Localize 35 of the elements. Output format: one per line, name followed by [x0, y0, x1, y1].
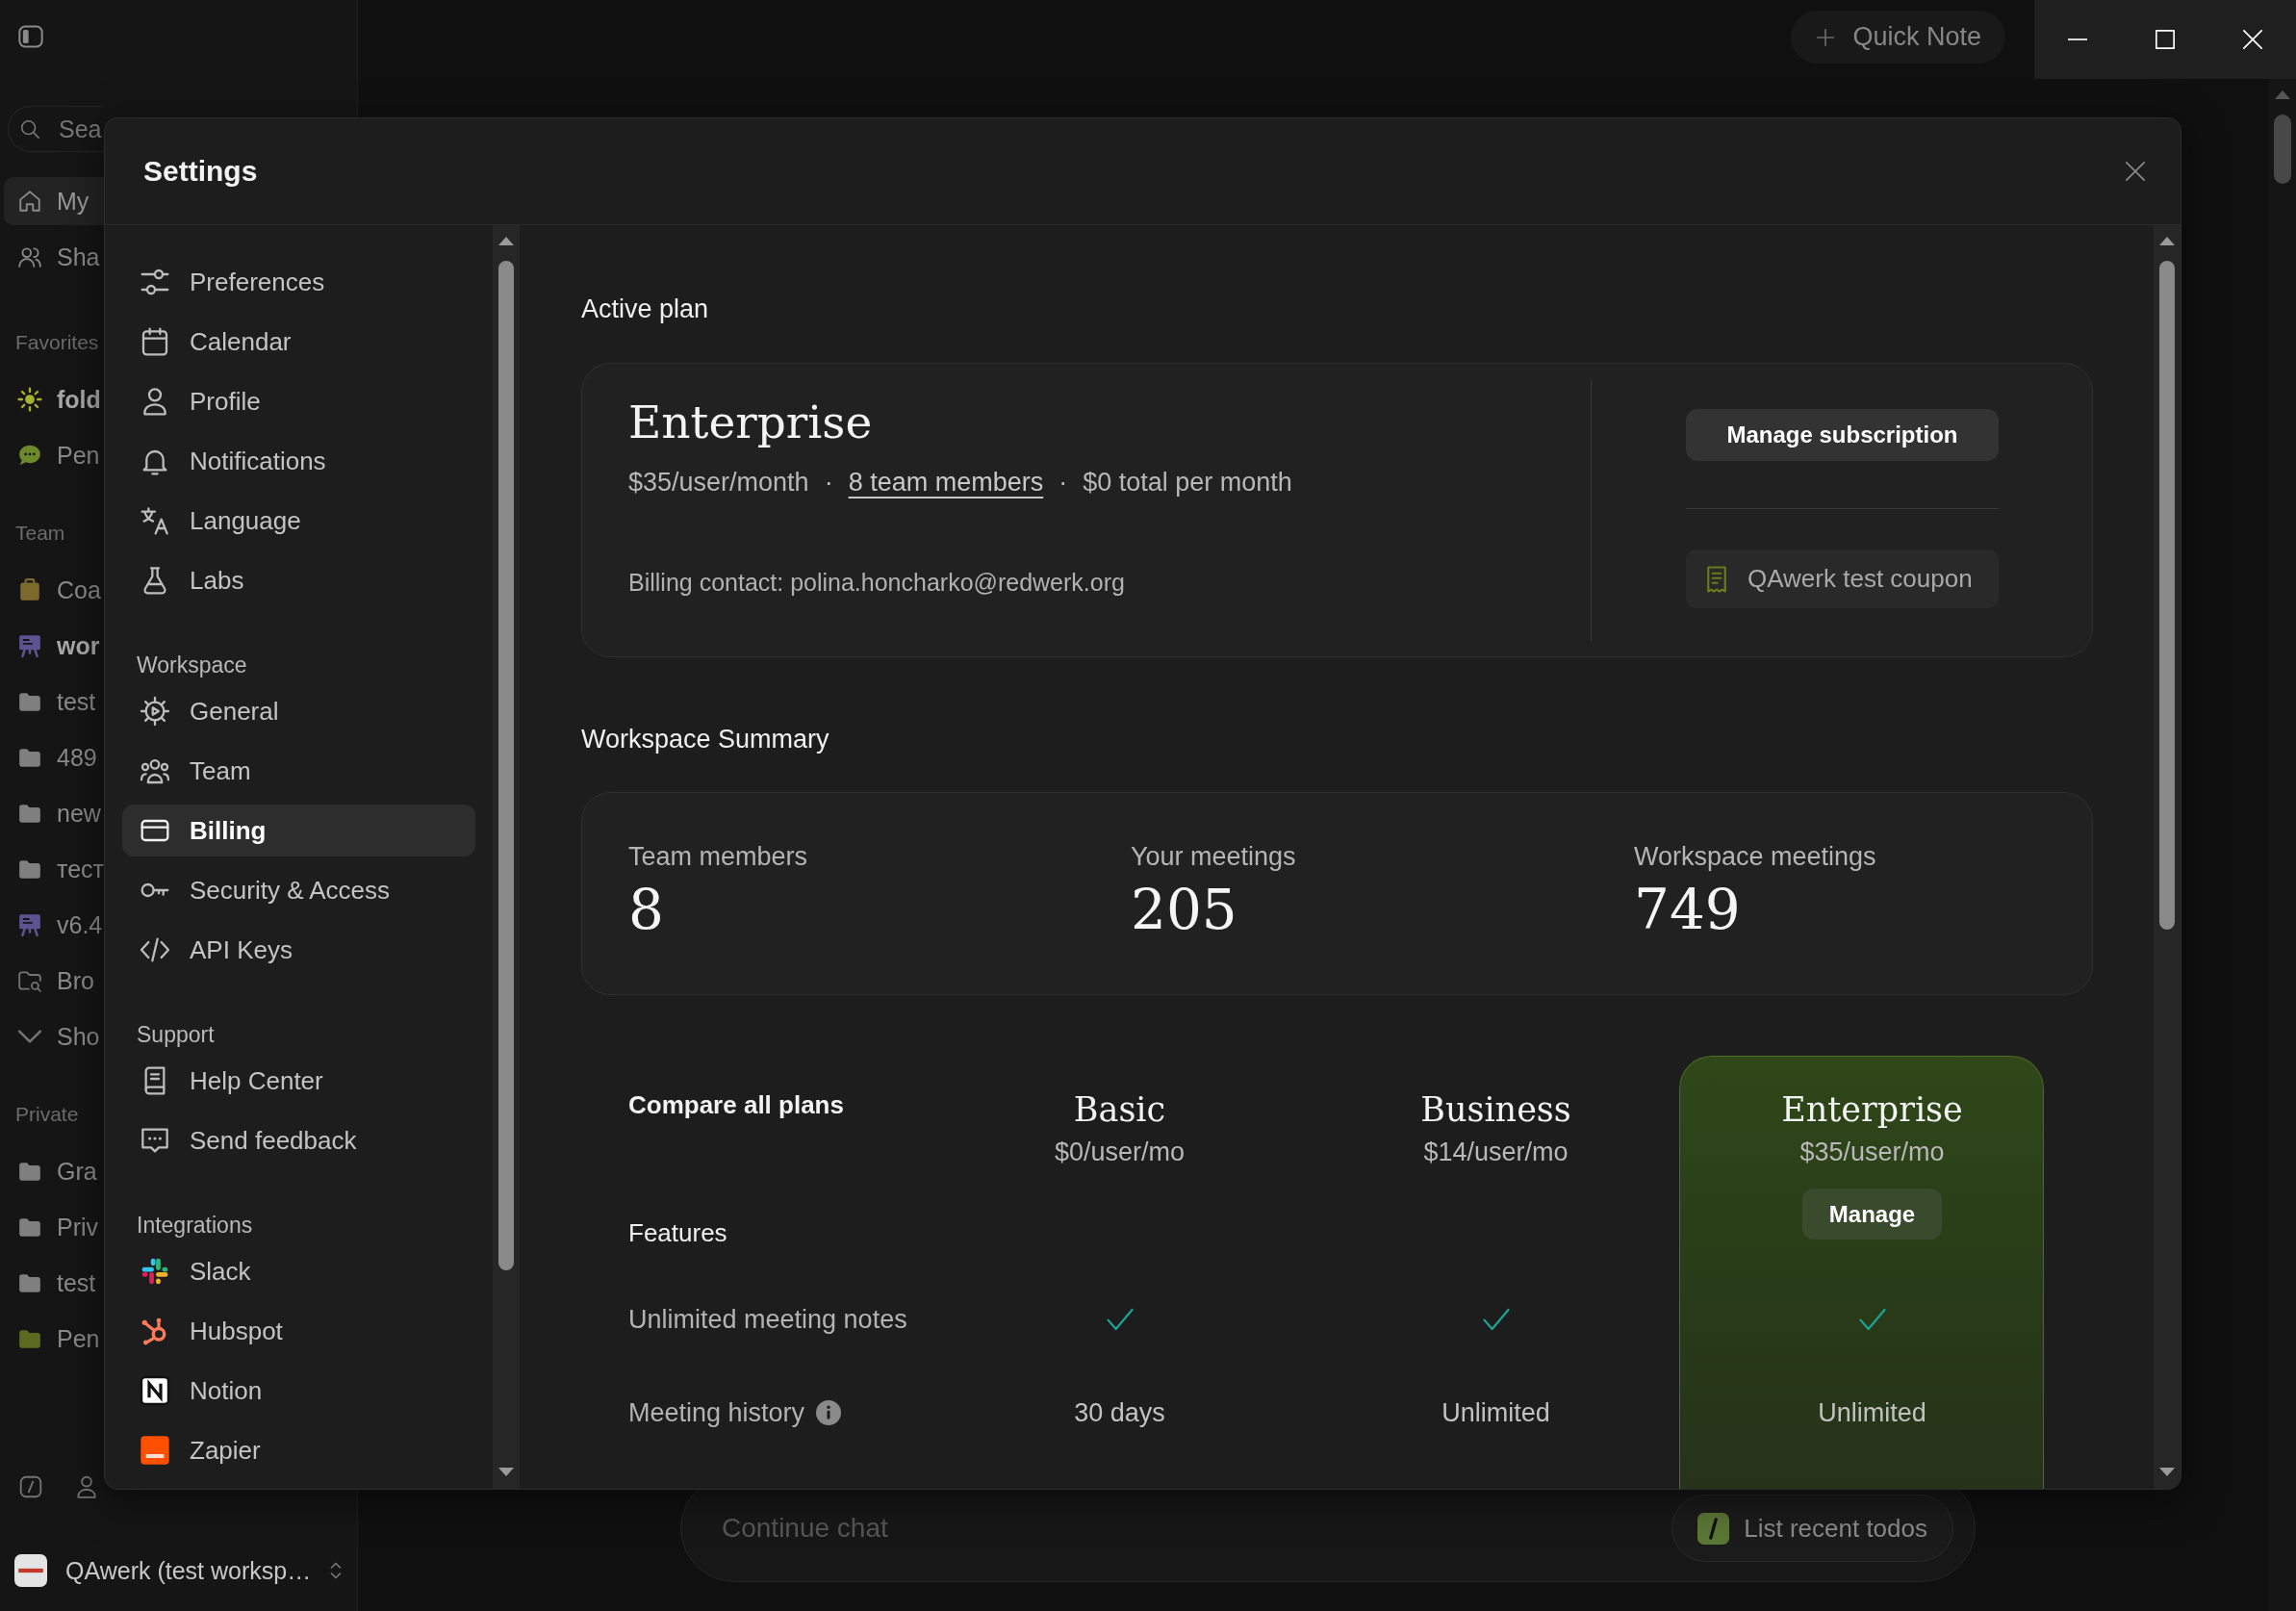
plan-price: $0/user/mo [1054, 1137, 1186, 1168]
section-heading: Active plan [581, 294, 709, 325]
section-heading: Workspace Summary [581, 724, 829, 755]
section-label: Support [137, 1021, 215, 1049]
plan-detail: $35/user/month [628, 467, 809, 499]
feature-value: Unlimited [1818, 1397, 1926, 1428]
separator: · [824, 467, 833, 499]
features-heading: Features [628, 1217, 727, 1249]
stat-value: 205 [1131, 878, 1237, 941]
plan-name: Enterprise [628, 395, 873, 450]
feature-value: Unlimited [1441, 1397, 1550, 1428]
plan-name: Business [1420, 1089, 1571, 1131]
plan-name: Basic [1073, 1089, 1166, 1131]
stat-label: Workspace meetings [1634, 841, 1876, 873]
stat-value: 8 [628, 878, 664, 941]
stat-value: 749 [1634, 878, 1741, 941]
plan-price: $35/user/mo [1799, 1137, 1945, 1168]
feature-value: 30 days [1074, 1397, 1165, 1428]
coupon-name: QAwerk test coupon [1748, 564, 1973, 594]
dialog-title: Settings [143, 155, 258, 188]
stat-label: Your meetings [1131, 841, 1296, 873]
section-label: Workspace [137, 652, 247, 679]
separator: · [1059, 467, 1068, 499]
section-label: Team [15, 521, 65, 546]
plan-detail: $0 total per month [1083, 467, 1292, 499]
plan-name: Enterprise [1781, 1089, 1963, 1131]
compare-title: Compare all plans [628, 1089, 844, 1121]
plan-price: $14/user/mo [1423, 1137, 1569, 1168]
feature-name: Unlimited meeting notes [628, 1304, 907, 1335]
section-label: Private [15, 1102, 79, 1127]
stat-label: Team members [628, 841, 808, 873]
section-label: Favorites [15, 330, 99, 355]
feature-name: Meeting history [628, 1397, 805, 1428]
section-label: Integrations [137, 1212, 253, 1240]
billing-contact: Billing contact: polina.honcharko@redwerk.org [628, 568, 1125, 598]
